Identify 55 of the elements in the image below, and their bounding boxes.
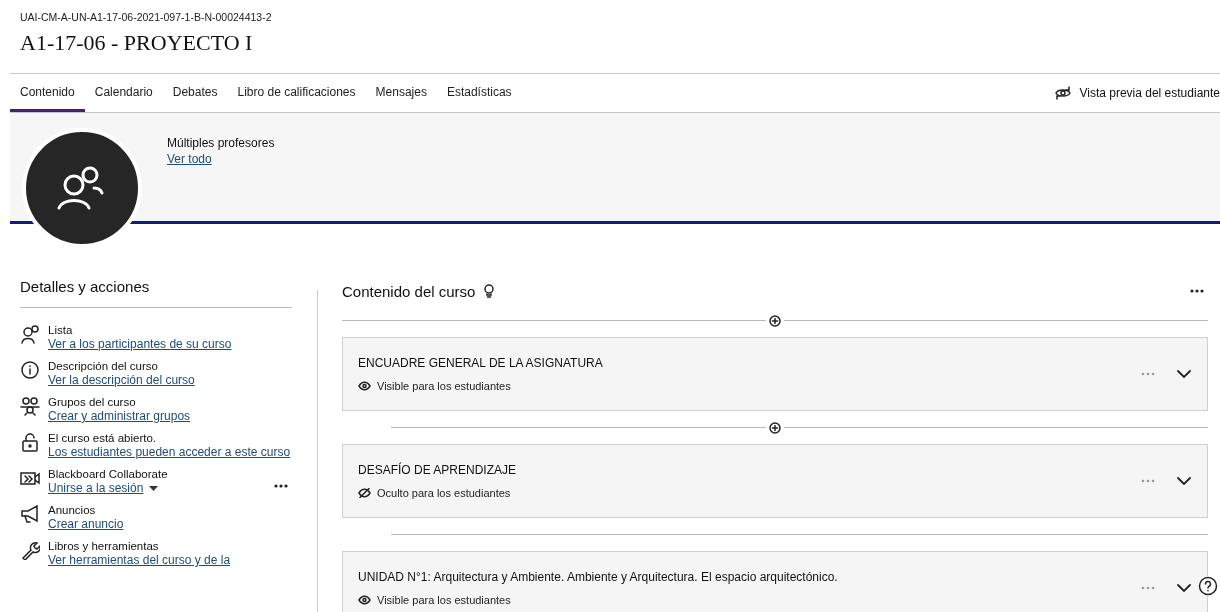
sidebar-heading: Detalles y acciones — [20, 278, 292, 308]
item-link[interactable]: Ver la descripción del curso — [48, 373, 195, 387]
item-link[interactable]: Ver herramientas del curso y de la — [48, 553, 231, 567]
item-title: Lista — [48, 324, 74, 336]
item-title: Blackboard Collaborate — [48, 468, 169, 480]
tab[interactable]: Debates — [162, 74, 228, 112]
content-title: DESAFÍO DE APRENDIZAJE — [358, 463, 518, 477]
item-title: Libros y herramientas — [48, 540, 160, 552]
lightbulb-icon — [483, 284, 496, 298]
visibility-status: Visible para los estudiantes — [377, 380, 511, 392]
more-icon — [274, 484, 288, 488]
item-link[interactable]: Crear anuncio — [48, 517, 124, 531]
course-code: UAI-CM-A-UN-A1-17-06-2021-097-1-B-N-00024413-2 — [20, 11, 273, 23]
more-icon — [1141, 372, 1155, 376]
item-title: El curso está abierto. — [48, 432, 158, 444]
visibility-status: Visible para los estudiantes — [377, 594, 511, 606]
plus-circle-icon — [768, 421, 781, 434]
megaphone-icon — [20, 504, 40, 524]
item-link[interactable]: Unirse a la sesión — [48, 481, 144, 495]
chevron-down-icon — [1177, 370, 1191, 378]
course-title: A1-17-06 - PROYECTO I — [20, 30, 254, 56]
item-title: Anuncios — [48, 504, 97, 516]
caret-icon[interactable] — [149, 485, 159, 491]
group-icon — [20, 396, 40, 416]
chevron-down-icon — [1177, 584, 1191, 592]
content-title: UNIDAD N°1: Arquitectura y Ambiente. Ambiente y Arquitectura. El espacio arquitectónico. — [358, 570, 839, 584]
more-icon — [1141, 479, 1155, 483]
more-icon — [1190, 289, 1204, 293]
view-all-link[interactable]: Ver todo — [167, 152, 275, 166]
item-link[interactable]: Crear y administrar grupos — [48, 409, 191, 423]
content-title: ENCUADRE GENERAL DE LA ASIGNATURA — [358, 356, 604, 370]
plus-circle-icon — [769, 314, 781, 327]
visibility-status: Oculto para los estudiantes — [377, 487, 511, 499]
wrench-icon — [20, 540, 40, 560]
student-preview-button[interactable]: Vista previa del estudiante — [1053, 74, 1220, 112]
help-icon — [1198, 576, 1218, 596]
item-title: Descripción del curso — [48, 360, 159, 372]
item-title: Grupos del curso — [48, 396, 137, 408]
info-icon — [20, 360, 40, 380]
instructors-label: Múltiples profesores — [167, 136, 275, 150]
people-icon — [20, 324, 40, 344]
more-icon — [1141, 586, 1155, 590]
tab[interactable]: Mensajes — [365, 74, 437, 112]
expand-button[interactable] — [1175, 475, 1193, 487]
chevron-down-icon — [1177, 477, 1191, 485]
tab[interactable]: Estadísticas — [436, 74, 522, 112]
tab[interactable]: Calendario — [84, 74, 163, 112]
expand-button[interactable] — [1175, 582, 1193, 594]
content-heading: Contenido del curso — [342, 282, 476, 300]
expand-button[interactable] — [1175, 368, 1193, 380]
item-link[interactable]: Ver a los participantes de su curso — [48, 337, 232, 351]
unlocked-padlock-icon — [20, 432, 40, 452]
item-link[interactable]: Los estudiantes pueden acceder a este curso — [48, 445, 291, 459]
help-button[interactable] — [1198, 576, 1218, 596]
tab[interactable]: Libro de calificaciones — [227, 74, 366, 112]
